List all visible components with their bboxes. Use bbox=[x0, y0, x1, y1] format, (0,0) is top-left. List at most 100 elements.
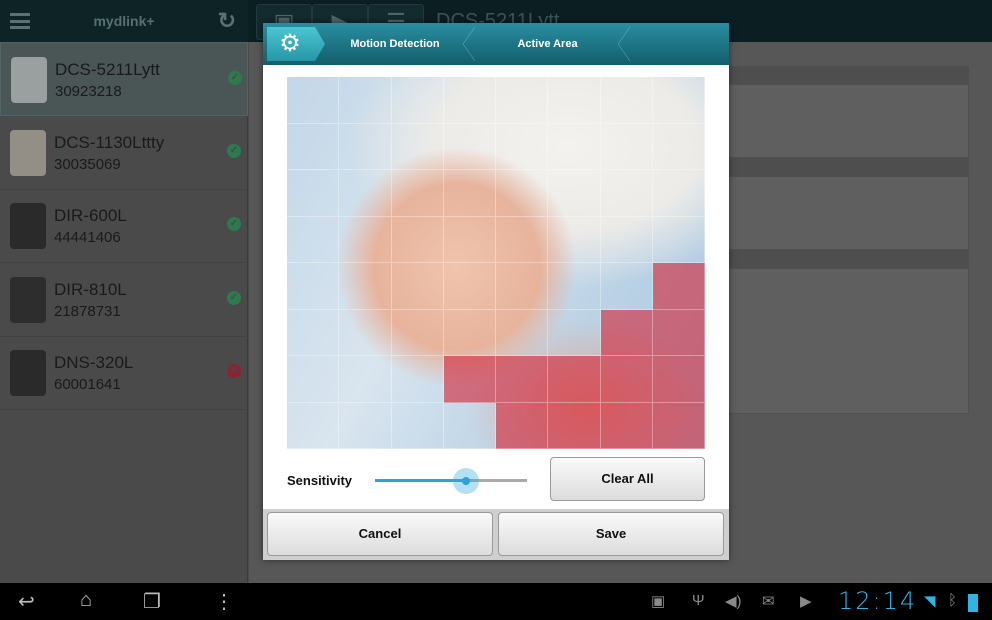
grid-cell[interactable] bbox=[391, 77, 444, 124]
grid-cell[interactable] bbox=[339, 356, 392, 403]
grid-cell[interactable] bbox=[652, 356, 705, 403]
grid-cell[interactable] bbox=[391, 170, 444, 217]
device-list-item[interactable]: DCS-5211Lytt 30923218 ✓ bbox=[0, 42, 248, 116]
device-serial: 21878731 bbox=[54, 302, 121, 320]
grid-cell[interactable] bbox=[287, 77, 340, 124]
device-list-item[interactable]: DIR-600L 44441406 ✓ bbox=[0, 189, 248, 263]
grid-cell[interactable] bbox=[443, 356, 496, 403]
grid-cell[interactable] bbox=[652, 77, 705, 124]
grid-cell[interactable] bbox=[287, 402, 340, 449]
cancel-button[interactable]: Cancel bbox=[267, 512, 493, 556]
grid-cell[interactable] bbox=[287, 170, 340, 217]
grid-cell[interactable] bbox=[287, 263, 340, 310]
grid-cell[interactable] bbox=[287, 309, 340, 356]
device-serial: 30923218 bbox=[55, 83, 122, 100]
grid-cell[interactable] bbox=[600, 309, 653, 356]
home-icon[interactable]: ⌂ bbox=[80, 589, 92, 612]
grid-cell[interactable] bbox=[600, 216, 653, 263]
battery-icon bbox=[968, 594, 978, 612]
grid-cell[interactable] bbox=[287, 356, 340, 403]
slider-thumb[interactable] bbox=[453, 468, 480, 494]
grid-cell[interactable] bbox=[496, 402, 549, 449]
grid-cell[interactable] bbox=[548, 309, 601, 356]
panel-header bbox=[728, 66, 969, 84]
sensitivity-slider[interactable] bbox=[375, 468, 527, 494]
grid-cell[interactable] bbox=[391, 216, 444, 263]
grid-cell[interactable] bbox=[443, 216, 496, 263]
grid-cell[interactable] bbox=[443, 402, 496, 449]
overflow-menu-icon[interactable]: ⋮ bbox=[214, 589, 234, 614]
camera-snapshot-grid[interactable] bbox=[287, 77, 705, 449]
device-list-item[interactable]: DCS-1130Lttty 30035069 ✓ bbox=[0, 116, 248, 190]
online-check-icon: ✓ bbox=[227, 217, 241, 231]
grid-cell[interactable] bbox=[548, 123, 601, 170]
grid-cell[interactable] bbox=[600, 402, 653, 449]
grid-cell[interactable] bbox=[548, 77, 601, 124]
save-button[interactable]: Save bbox=[498, 512, 724, 556]
device-name: DNS-320L bbox=[54, 353, 134, 372]
grid-cell[interactable] bbox=[652, 170, 705, 217]
grid-cell[interactable] bbox=[548, 356, 601, 403]
settings-panel bbox=[728, 84, 969, 158]
grid-cell[interactable] bbox=[339, 263, 392, 310]
grid-cell[interactable] bbox=[391, 402, 444, 449]
grid-cell[interactable] bbox=[548, 216, 601, 263]
grid-cell[interactable] bbox=[339, 170, 392, 217]
grid-cell[interactable] bbox=[339, 402, 392, 449]
grid-cell[interactable] bbox=[600, 356, 653, 403]
grid-cell[interactable] bbox=[496, 216, 549, 263]
grid-cell[interactable] bbox=[443, 123, 496, 170]
grid-cell[interactable] bbox=[287, 123, 340, 170]
device-name: DCS-5211Lytt bbox=[55, 60, 160, 79]
grid-cell[interactable] bbox=[391, 123, 444, 170]
active-area-dialog: ⚙ Motion Detection Active Area Sensitivi… bbox=[263, 23, 729, 560]
device-list-item[interactable]: DIR-810L 21878731 ✓ bbox=[0, 263, 248, 337]
grid-cell[interactable] bbox=[339, 309, 392, 356]
grid-cell[interactable] bbox=[496, 309, 549, 356]
grid-cell[interactable] bbox=[652, 216, 705, 263]
grid-cell[interactable] bbox=[652, 263, 705, 310]
recent-apps-icon[interactable]: ❐ bbox=[143, 589, 161, 614]
clock: 12:14 bbox=[838, 587, 918, 615]
grid-cell[interactable] bbox=[652, 123, 705, 170]
grid-cell[interactable] bbox=[600, 170, 653, 217]
wifi-icon: ◥ bbox=[924, 593, 936, 610]
online-check-icon: ✓ bbox=[227, 143, 241, 158]
device-list-item[interactable]: DNS-320L 60001641 ✕ bbox=[0, 336, 248, 410]
breadcrumb-active-area[interactable]: Active Area bbox=[475, 27, 620, 61]
back-icon[interactable]: ↩ bbox=[18, 589, 35, 614]
grid-cell[interactable] bbox=[443, 309, 496, 356]
grid-cell[interactable] bbox=[600, 77, 653, 124]
grid-cell[interactable] bbox=[339, 123, 392, 170]
grid-cell[interactable] bbox=[443, 263, 496, 310]
grid-cell[interactable] bbox=[600, 123, 653, 170]
grid-cell[interactable] bbox=[496, 356, 549, 403]
grid-cell[interactable] bbox=[652, 402, 705, 449]
grid-cell[interactable] bbox=[496, 123, 549, 170]
grid-cell[interactable] bbox=[391, 309, 444, 356]
grid-cell[interactable] bbox=[548, 170, 601, 217]
grid-cell[interactable] bbox=[391, 263, 444, 310]
refresh-icon[interactable]: ↻ bbox=[218, 8, 236, 34]
android-debug-icon: ▣ bbox=[651, 593, 666, 610]
grid-cell[interactable] bbox=[339, 77, 392, 124]
online-check-icon: ✓ bbox=[228, 71, 242, 85]
grid-cell[interactable] bbox=[443, 77, 496, 124]
grid-cell[interactable] bbox=[287, 216, 340, 263]
sensitivity-label: Sensitivity bbox=[287, 473, 353, 488]
grid-cell[interactable] bbox=[548, 402, 601, 449]
grid-cell[interactable] bbox=[339, 216, 392, 263]
clear-all-button[interactable]: Clear All bbox=[550, 457, 705, 501]
grid-cell[interactable] bbox=[600, 263, 653, 310]
grid-cell[interactable] bbox=[496, 77, 549, 124]
breadcrumb-separator bbox=[463, 27, 475, 61]
grid-cell[interactable] bbox=[496, 263, 549, 310]
grid-cell[interactable] bbox=[443, 170, 496, 217]
grid-cell[interactable] bbox=[496, 170, 549, 217]
breadcrumb-motion-detection[interactable]: Motion Detection bbox=[325, 27, 465, 61]
grid-cell[interactable] bbox=[548, 263, 601, 310]
grid-cell[interactable] bbox=[391, 356, 444, 403]
device-thumbnail bbox=[10, 350, 46, 396]
device-serial: 44441406 bbox=[54, 229, 121, 246]
grid-cell[interactable] bbox=[652, 309, 705, 356]
